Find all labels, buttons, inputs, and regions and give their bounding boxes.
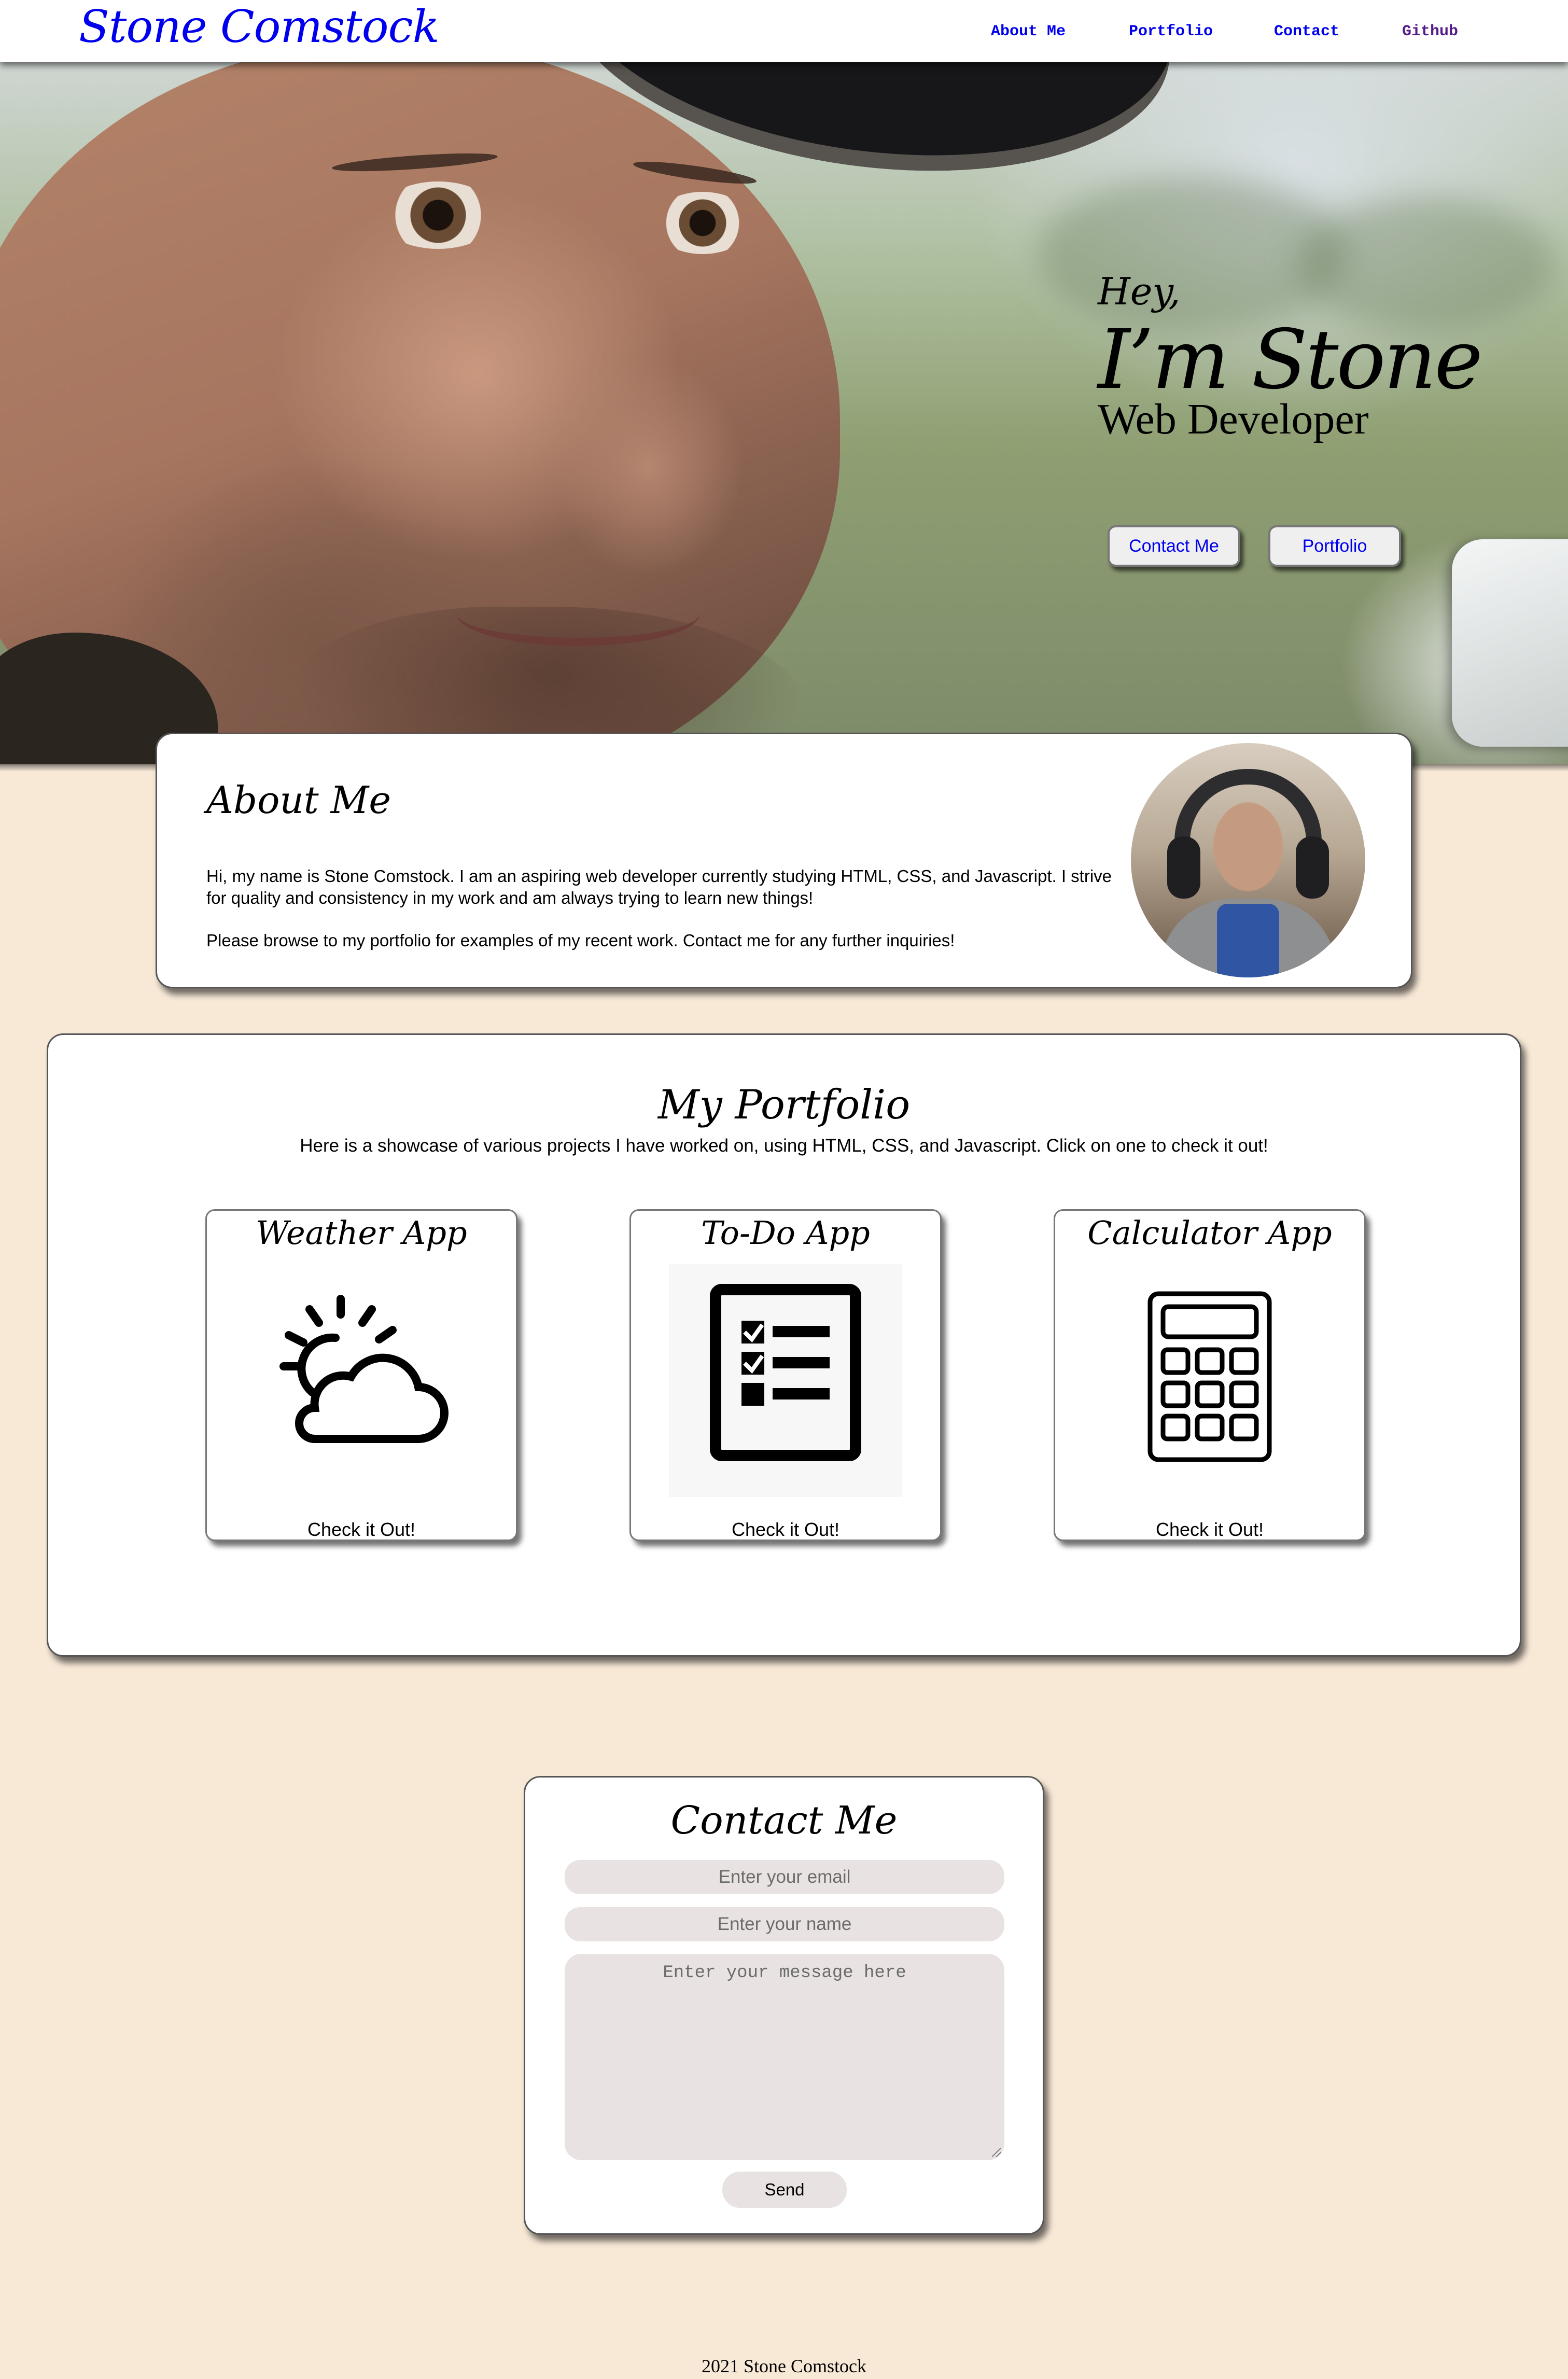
checklist-icon	[631, 1264, 940, 1500]
eye	[653, 192, 752, 254]
nav-portfolio-link[interactable]: Portfolio	[1129, 23, 1213, 40]
hero-greeting: Hey,	[1098, 270, 1181, 313]
brand-link[interactable]: Stone Comstock	[79, 1, 440, 53]
portfolio-subtitle: Here is a showcase of various projects I…	[300, 1136, 1268, 1156]
weather-icon	[207, 1289, 516, 1447]
project-title: Weather App	[256, 1214, 467, 1252]
about-paragraph: Please browse to my portfolio for exampl…	[206, 931, 955, 950]
send-button[interactable]: Send	[722, 2172, 847, 2208]
hero-name: I’m Stone	[1098, 312, 1483, 408]
contact-me-button[interactable]: Contact Me	[1108, 525, 1240, 567]
check-it-out-link[interactable]: Check it Out!	[207, 1519, 516, 1541]
project-card-calculator[interactable]: Calculator App Check it Out!	[1054, 1209, 1366, 1541]
mouth	[456, 581, 700, 646]
check-it-out-link[interactable]: Check it Out!	[1055, 1519, 1364, 1541]
hero-role: Web Developer	[1098, 395, 1369, 443]
check-it-out-link[interactable]: Check it Out!	[631, 1519, 940, 1541]
hero-section: Hey, I’m Stone Web Developer Contact Me …	[0, 62, 1568, 764]
name-field[interactable]: Enter your name	[565, 1907, 1004, 1941]
contact-card: Contact Me Enter your email Enter your n…	[524, 1776, 1044, 2235]
about-card: About Me Hi, my name is Stone Comstock. …	[156, 733, 1412, 988]
message-placeholder: Enter your message here	[663, 1963, 906, 1983]
project-title: Calculator App	[1087, 1214, 1332, 1252]
about-title: About Me	[206, 778, 391, 822]
headset-earcup	[1167, 836, 1200, 899]
site-header: Stone Comstock About Me Portfolio Contac…	[0, 0, 1568, 62]
nav-about-link[interactable]: About Me	[991, 23, 1066, 40]
about-paragraph: Hi, my name is Stone Comstock. I am an a…	[206, 866, 1112, 907]
footer-text: 2021 Stone Comstock	[701, 2356, 866, 2376]
calculator-icon	[1055, 1289, 1364, 1467]
nav-contact-link[interactable]: Contact	[1274, 23, 1339, 40]
message-textarea[interactable]: Enter your message here	[565, 1954, 1004, 2160]
avatar-shirt	[1217, 904, 1279, 977]
resize-handle-icon[interactable]	[992, 2148, 1001, 2157]
portfolio-title: My Portfolio	[657, 1082, 911, 1128]
email-field[interactable]: Enter your email	[565, 1860, 1004, 1894]
headset-earcup	[1296, 836, 1329, 899]
avatar	[1131, 743, 1365, 977]
eye	[379, 181, 498, 249]
portfolio-card: My Portfolio Here is a showcase of vario…	[47, 1033, 1521, 1657]
project-title: To-Do App	[701, 1214, 870, 1252]
nav-github-link[interactable]: Github	[1402, 23, 1458, 40]
car-mirror	[1452, 539, 1568, 747]
background-trees	[1296, 197, 1556, 332]
portfolio-button[interactable]: Portfolio	[1268, 525, 1401, 567]
contact-title: Contact Me	[670, 1798, 898, 1843]
project-card-weather[interactable]: Weather App Check it Out!	[205, 1209, 517, 1541]
project-card-todo[interactable]: To-Do App Check it Out!	[629, 1209, 942, 1541]
